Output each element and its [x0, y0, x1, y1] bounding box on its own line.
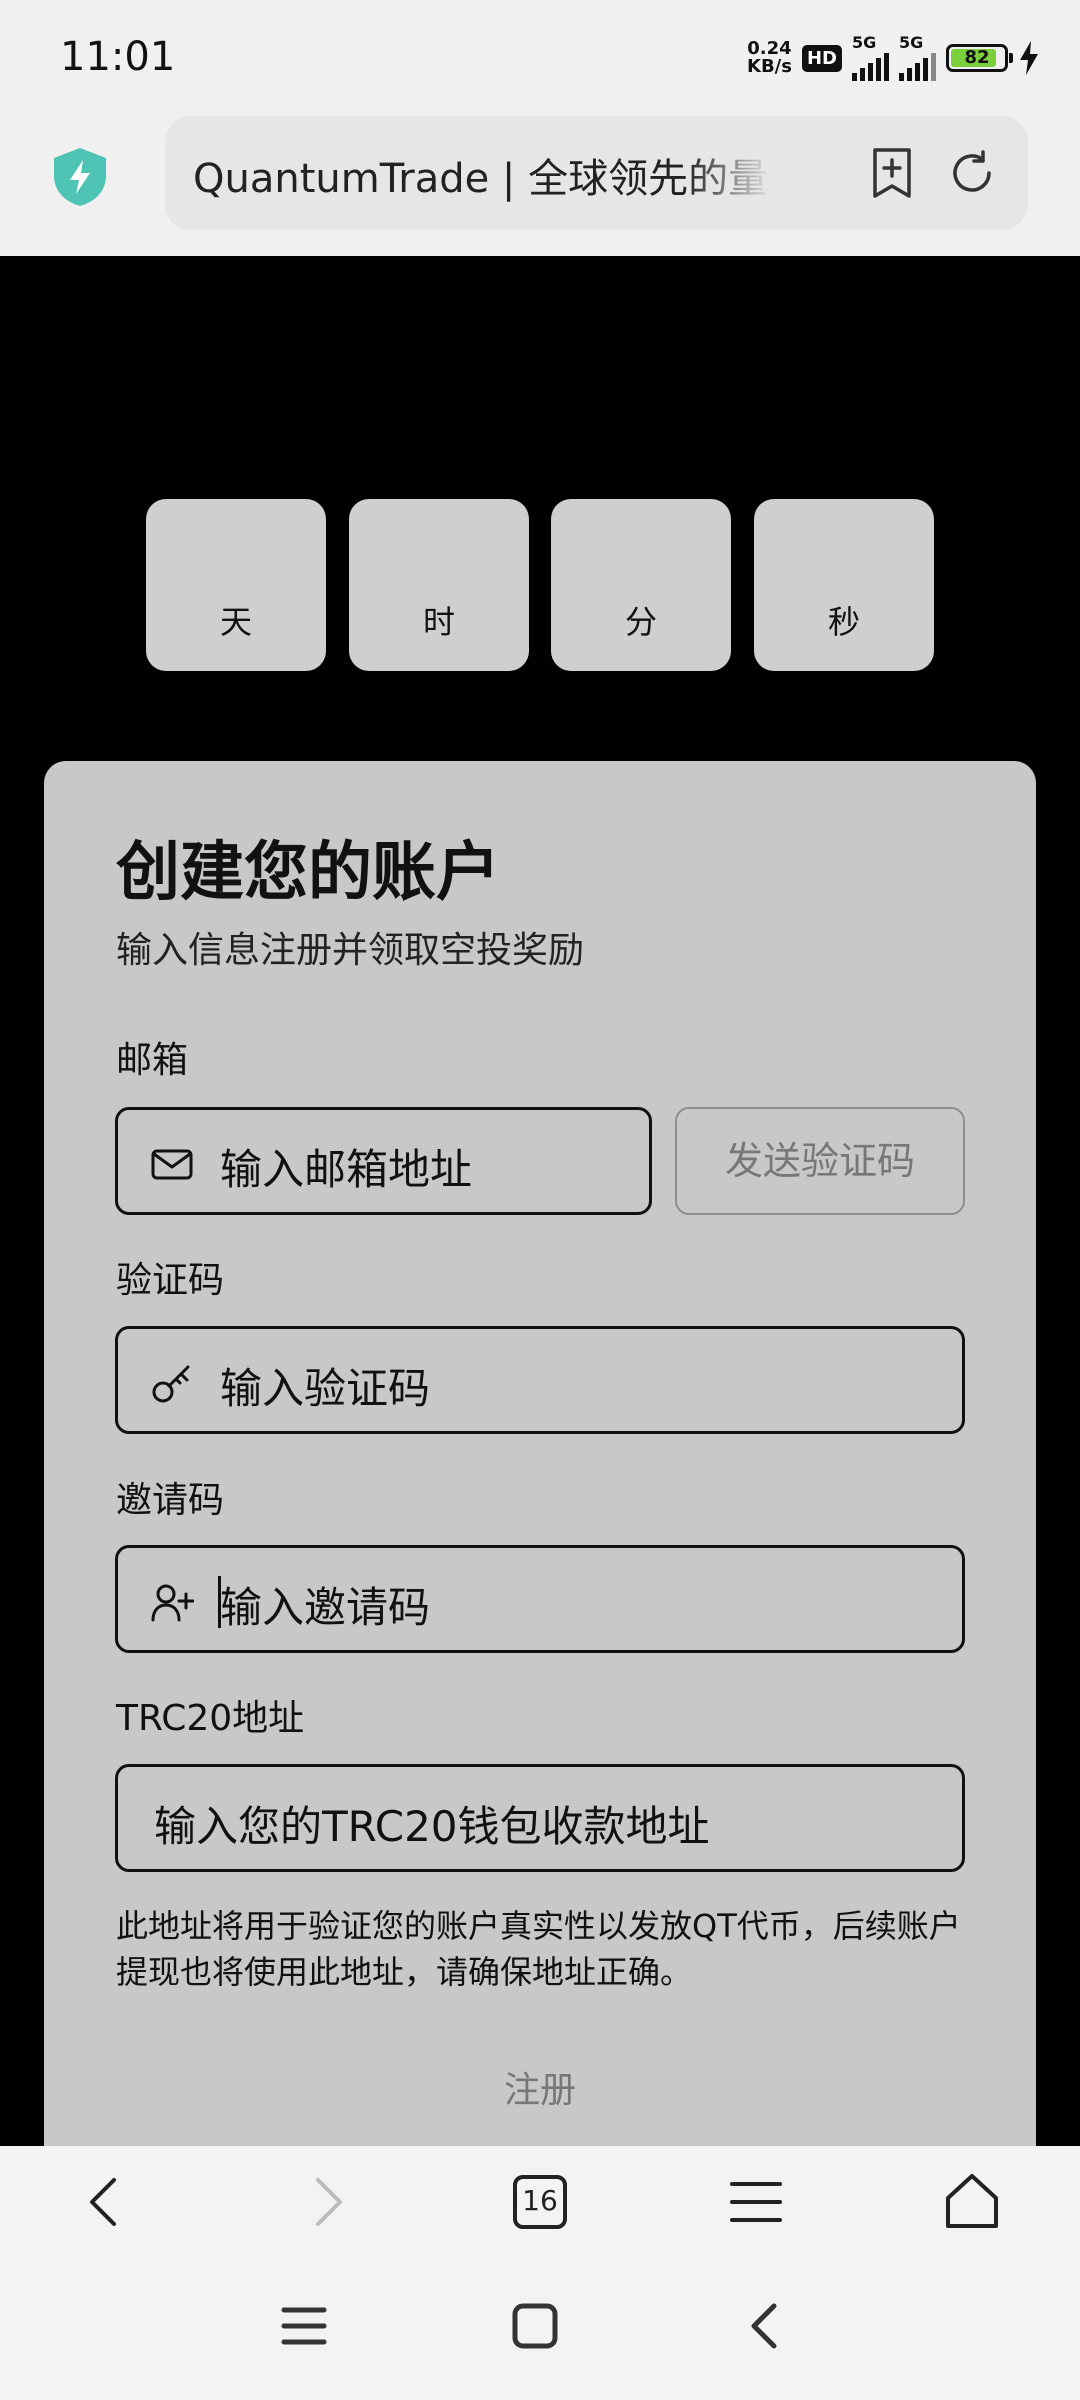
trc20-address-field[interactable]: 输入您的TRC20钱包收款地址 — [115, 1764, 965, 1872]
status-time: 11:01 — [60, 34, 176, 80]
countdown-seconds: 秒 — [754, 499, 934, 671]
trc20-placeholder: 输入您的TRC20钱包收款地址 — [154, 1802, 710, 1851]
mail-icon — [151, 1149, 193, 1180]
invite-code-field[interactable]: 输入邀请码 — [115, 1545, 965, 1653]
email-placeholder: 输入邮箱地址 — [220, 1145, 473, 1194]
home-button-icon[interactable] — [505, 2296, 565, 2356]
email-label: 邮箱 — [116, 1040, 189, 1081]
system-nav-bar — [0, 2256, 1080, 2400]
battery-icon: 82 — [946, 44, 1013, 72]
forward-icon[interactable] — [294, 2170, 358, 2234]
code-placeholder: 输入验证码 — [220, 1364, 431, 1413]
send-code-button[interactable]: 发送验证码 — [675, 1107, 965, 1215]
tabs-button[interactable]: 16 — [508, 2170, 572, 2234]
address-field[interactable]: QuantumTrade | 全球领先的量子 — [165, 116, 1028, 230]
charging-icon — [1020, 41, 1038, 75]
add-user-icon — [151, 1584, 194, 1622]
invite-placeholder: 输入邀请码 — [220, 1583, 431, 1632]
web-content: 天 时 分 秒 创建您的账户 输入信息注册并领取空投奖励 邮箱 输入邮箱地址 发… — [0, 256, 1080, 2146]
status-bar: 11:01 0.24 KB/s HD 5G 5G 82 — [0, 0, 1080, 110]
signup-card: 创建您的账户 输入信息注册并领取空投奖励 邮箱 输入邮箱地址 发送验证码 验证码… — [44, 761, 1036, 2146]
browser-bottom-nav: 16 — [0, 2146, 1080, 2256]
system-back-icon[interactable] — [736, 2296, 796, 2356]
url-text[interactable]: QuantumTrade | 全球领先的量子 — [193, 146, 773, 204]
email-field[interactable]: 输入邮箱地址 — [115, 1107, 652, 1215]
countdown-minutes: 分 — [551, 499, 731, 671]
status-icons: 0.24 KB/s HD 5G 5G 82 — [747, 33, 1040, 81]
signup-title: 创建您的账户 — [116, 836, 500, 910]
browser-url-bar: QuantumTrade | 全球领先的量子 — [0, 110, 1080, 256]
register-button[interactable]: 注册 — [44, 2061, 1036, 2113]
invite-label: 邀请码 — [116, 1480, 225, 1521]
tab-count: 16 — [522, 2184, 558, 2217]
signal-icon: 5G — [852, 33, 889, 81]
code-label: 验证码 — [116, 1260, 225, 1301]
back-icon[interactable] — [74, 2170, 138, 2234]
recent-apps-icon[interactable] — [274, 2296, 334, 2356]
trc20-label: TRC20地址 — [116, 1698, 305, 1739]
countdown-days: 天 — [146, 499, 326, 671]
security-shield-icon[interactable] — [50, 146, 110, 208]
signup-subtitle: 输入信息注册并领取空投奖励 — [116, 930, 585, 971]
home-icon[interactable] — [940, 2170, 1004, 2234]
menu-icon[interactable] — [724, 2170, 788, 2234]
network-speed: 0.24 KB/s — [747, 38, 792, 77]
signal-icon-2: 5G — [899, 33, 936, 81]
add-bookmark-icon[interactable] — [865, 146, 919, 200]
address-notice: 此地址将用于验证您的账户真实性以发放QT代币，后续账户提现也将使用此地址，请确保… — [116, 1907, 961, 1991]
verification-code-field[interactable]: 输入验证码 — [115, 1326, 965, 1434]
key-icon — [152, 1365, 190, 1403]
countdown-hours: 时 — [349, 499, 529, 671]
hd-badge: HD — [801, 44, 842, 72]
reload-icon[interactable] — [945, 146, 999, 200]
